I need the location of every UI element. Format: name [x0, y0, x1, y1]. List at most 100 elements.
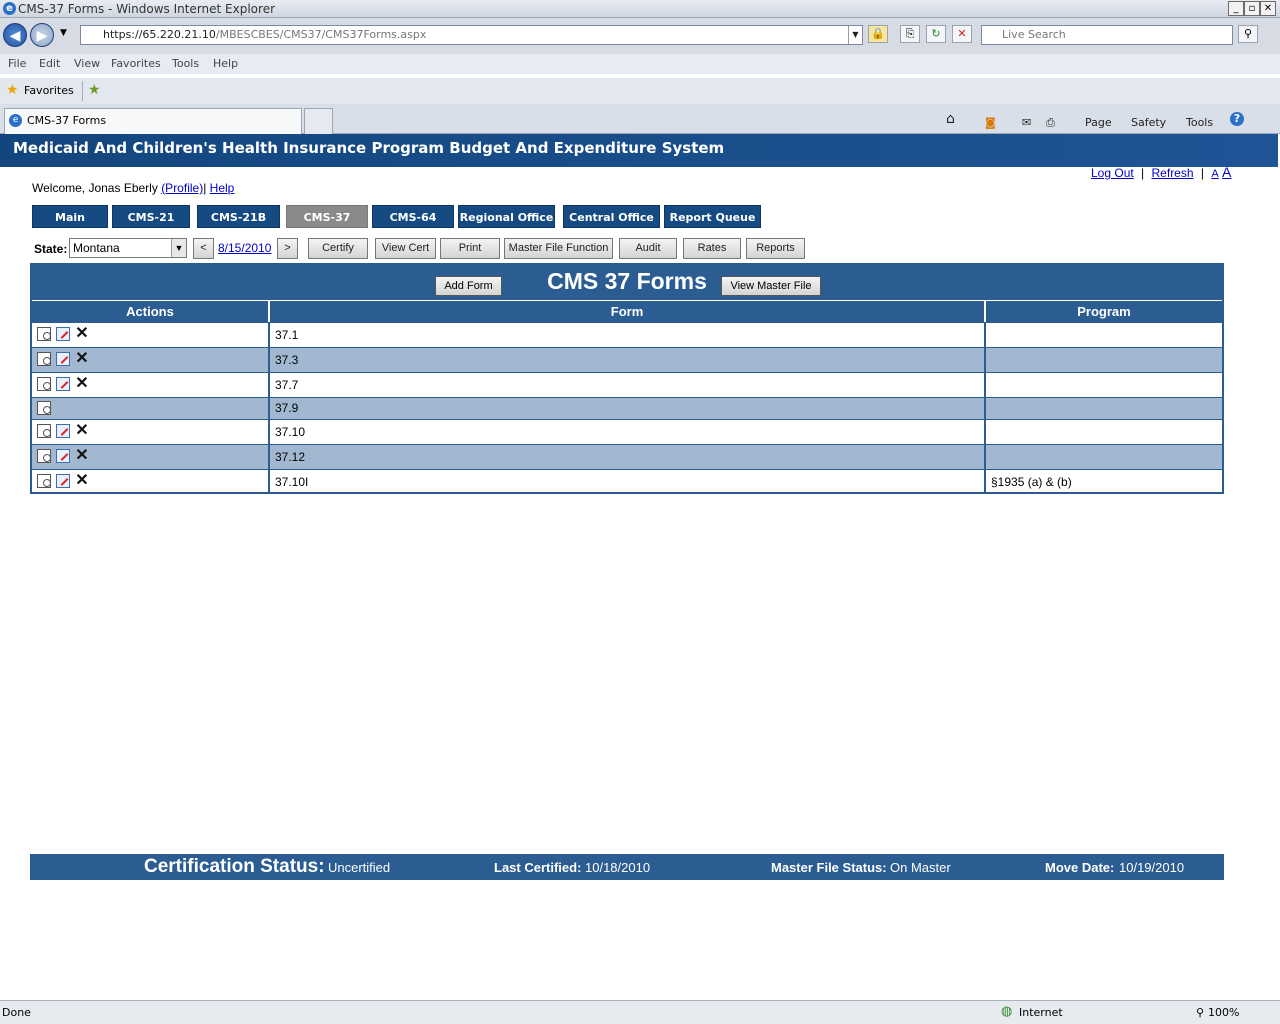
feeds-icon[interactable]: ◙ — [985, 116, 996, 129]
print-button[interactable]: Print — [440, 238, 500, 259]
program-cell — [986, 398, 1222, 419]
menu-favorites[interactable]: Favorites — [111, 57, 161, 70]
refresh-link[interactable]: Refresh — [1152, 166, 1194, 180]
compatibility-icon[interactable]: ⎘ — [900, 25, 920, 43]
audit-button[interactable]: Audit — [619, 238, 677, 259]
view-icon[interactable] — [37, 474, 51, 488]
actions-cell: ✕ — [32, 470, 270, 494]
link-separator-2: | — [1200, 166, 1205, 180]
rates-button[interactable]: Rates — [683, 238, 741, 259]
refresh-icon[interactable]: ↻ — [926, 25, 946, 43]
menu-view[interactable]: View — [74, 57, 100, 70]
search-icon[interactable]: ⚲ — [1238, 25, 1258, 43]
edit-icon[interactable] — [56, 377, 70, 391]
delete-icon[interactable]: ✕ — [75, 326, 89, 342]
move-date-value: 10/19/2010 — [1119, 860, 1185, 875]
favorites-star-icon[interactable]: ★ — [6, 82, 19, 98]
tools-menu[interactable]: Tools — [1186, 116, 1213, 129]
safety-menu[interactable]: Safety — [1131, 116, 1166, 129]
print-icon[interactable]: ⎙ — [1046, 116, 1055, 130]
link-separator: | — [1141, 166, 1145, 180]
edit-icon[interactable] — [56, 424, 70, 438]
edit-icon[interactable] — [56, 474, 70, 488]
certify-button[interactable]: Certify — [308, 238, 368, 259]
live-search-input[interactable]: Live Search — [981, 25, 1233, 45]
cert-status-value: Uncertified — [328, 860, 391, 875]
edit-icon[interactable] — [56, 449, 70, 463]
menu-help[interactable]: Help — [213, 57, 238, 70]
maximize-button[interactable]: ▫ — [1244, 1, 1260, 16]
delete-icon[interactable]: ✕ — [75, 376, 89, 392]
home-icon[interactable]: ⌂ — [946, 111, 955, 127]
minimize-button[interactable]: _ — [1228, 1, 1244, 16]
column-header-row: Actions Form Program — [32, 300, 1222, 323]
delete-icon[interactable]: ✕ — [75, 448, 89, 464]
tab-cms-21b[interactable]: CMS-21B — [197, 205, 280, 228]
url-host: https://65.220.21.10 — [103, 28, 216, 41]
edit-icon[interactable] — [56, 352, 70, 366]
menu-file[interactable]: File — [8, 57, 26, 70]
view-icon[interactable] — [37, 424, 51, 438]
view-cert-button[interactable]: View Cert — [375, 238, 436, 259]
view-icon[interactable] — [37, 352, 51, 366]
delete-icon[interactable]: ✕ — [75, 351, 89, 367]
favorites-button[interactable]: Favorites — [24, 84, 74, 97]
font-increase-icon[interactable]: A — [1222, 164, 1231, 180]
lock-icon[interactable]: 🔒 — [868, 25, 888, 43]
tab-main[interactable]: Main — [32, 205, 108, 228]
page-menu[interactable]: Page — [1085, 116, 1112, 129]
view-master-file-button[interactable]: View Master File — [721, 276, 821, 296]
zoom-icon[interactable]: ⚲ — [1196, 1006, 1204, 1019]
add-favorite-icon[interactable]: ★ — [88, 82, 101, 98]
address-bar[interactable]: https://65.220.21.10/MBESCBES/CMS37/CMS3… — [80, 25, 863, 45]
tab-cms-37[interactable]: CMS-37 — [286, 205, 368, 228]
add-form-button[interactable]: Add Form — [435, 276, 502, 296]
actions-cell — [32, 398, 270, 419]
menu-edit[interactable]: Edit — [39, 57, 60, 70]
program-cell — [986, 348, 1222, 372]
globe-icon: ◍ — [1001, 1004, 1013, 1019]
tab-report-queue[interactable]: Report Queue — [664, 205, 761, 228]
stop-icon[interactable]: ✕ — [952, 25, 972, 43]
logout-link[interactable]: Log Out — [1091, 166, 1134, 180]
menu-tools[interactable]: Tools — [172, 57, 199, 70]
app-title: Medicaid And Children's Health Insurance… — [13, 139, 725, 157]
delete-icon[interactable]: ✕ — [75, 423, 89, 439]
help-icon[interactable]: ? — [1230, 112, 1244, 126]
welcome-area: Welcome, Jonas Eberly (Profile)| Help — [32, 181, 234, 195]
back-button[interactable]: ◀ — [3, 23, 27, 47]
view-icon[interactable] — [37, 327, 51, 341]
browser-tab-row: e CMS-37 Forms ⌂ ◙ ✉ ⎙ Page Safety Tools… — [0, 104, 1280, 134]
font-decrease-icon[interactable]: A — [1211, 168, 1218, 180]
new-tab-button[interactable] — [304, 108, 333, 134]
tab-cms-64[interactable]: CMS-64 — [372, 205, 454, 228]
delete-icon[interactable]: ✕ — [75, 473, 89, 489]
view-icon[interactable] — [37, 377, 51, 391]
forward-button[interactable]: ▶ — [30, 23, 54, 47]
state-select[interactable]: Montana ▼ — [69, 238, 187, 258]
next-period-button[interactable]: > — [277, 238, 298, 259]
state-value: Montana — [73, 241, 120, 255]
master-file-function-button[interactable]: Master File Function — [504, 238, 613, 259]
edit-icon[interactable] — [56, 327, 70, 341]
reports-button[interactable]: Reports — [746, 238, 805, 259]
master-file-status-value: On Master — [890, 860, 951, 875]
column-actions: Actions — [32, 301, 270, 323]
view-icon[interactable] — [37, 449, 51, 463]
tab-regional-office[interactable]: Regional Office — [458, 205, 555, 228]
table-row: ✕ 37.10 — [32, 419, 1222, 444]
prev-period-button[interactable]: < — [193, 238, 214, 259]
browser-tab-active[interactable]: e CMS-37 Forms — [4, 108, 302, 134]
tab-central-office[interactable]: Central Office — [563, 205, 660, 228]
view-icon[interactable] — [37, 401, 51, 415]
zoom-level[interactable]: 100% — [1208, 1006, 1239, 1019]
mail-icon[interactable]: ✉ — [1022, 116, 1031, 129]
close-window-button[interactable]: ✕ — [1260, 1, 1276, 16]
recent-pages-icon[interactable]: ▼ — [60, 28, 67, 38]
tab-cms-21[interactable]: CMS-21 — [112, 205, 190, 228]
profile-link[interactable]: (Profile) — [161, 181, 203, 195]
period-date-link[interactable]: 8/15/2010 — [218, 241, 271, 255]
address-dropdown-icon[interactable]: ▼ — [848, 26, 862, 44]
chevron-down-icon[interactable]: ▼ — [171, 239, 186, 257]
help-link[interactable]: Help — [210, 181, 235, 195]
